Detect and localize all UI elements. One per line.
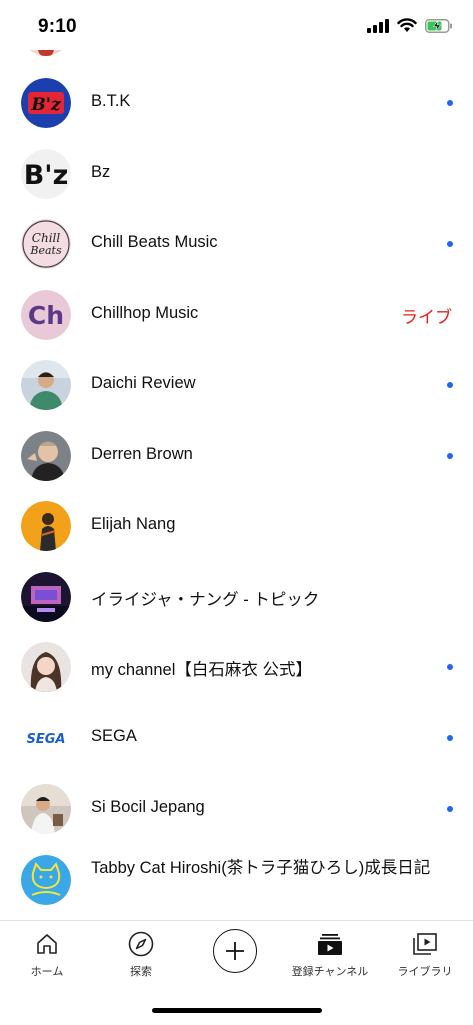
channel-name: イライジャ・ナング - トピック bbox=[91, 591, 320, 609]
channel-row[interactable]: B'z B.T.K bbox=[0, 68, 473, 138]
new-content-dot bbox=[447, 664, 453, 670]
compass-icon bbox=[128, 931, 154, 957]
channel-row[interactable]: Si Bocil Jepang bbox=[0, 774, 473, 844]
person-avatar bbox=[21, 501, 71, 551]
channel-name: Chill Beats Music bbox=[91, 233, 218, 251]
channel-name: B.T.K bbox=[91, 92, 131, 110]
sega-logo-avatar: SEGA bbox=[21, 713, 71, 763]
channel-row[interactable]: Tabby Cat Hiroshi(茶トラ子猫ひろし)成長日記 bbox=[0, 845, 473, 920]
home-indicator[interactable] bbox=[152, 1008, 322, 1013]
channel-row[interactable]: Daichi Review bbox=[0, 350, 473, 420]
svg-text:Ch: Ch bbox=[28, 301, 64, 330]
channel-name: my channel【白石麻衣 公式】 bbox=[91, 661, 312, 679]
person-avatar bbox=[21, 360, 71, 410]
svg-text:Beats: Beats bbox=[29, 244, 62, 257]
new-content-dot bbox=[447, 100, 453, 106]
channel-list[interactable]: B'z B.T.K B'z Bz Chill Beats Chill Beats… bbox=[0, 0, 473, 920]
new-content-dot bbox=[447, 806, 453, 812]
channel-name: Elijah Nang bbox=[91, 515, 176, 533]
library-icon bbox=[413, 933, 437, 955]
cellular-signal-icon bbox=[367, 18, 389, 33]
status-time: 9:10 bbox=[38, 16, 77, 37]
new-content-dot bbox=[447, 453, 453, 459]
svg-text:SEGA: SEGA bbox=[27, 732, 66, 747]
subscriptions-icon bbox=[318, 934, 342, 955]
channel-name: Chillhop Music bbox=[91, 304, 199, 322]
channel-name: SEGA bbox=[91, 727, 137, 745]
nav-library-label: ライブラリ bbox=[397, 966, 453, 978]
svg-text:B'z: B'z bbox=[24, 160, 69, 191]
nav-home[interactable]: ホーム bbox=[0, 929, 94, 979]
topic-avatar bbox=[21, 572, 71, 622]
nav-subscriptions[interactable]: 登録チャンネル bbox=[283, 929, 377, 979]
cat-logo-avatar bbox=[21, 855, 71, 905]
new-content-dot bbox=[447, 735, 453, 741]
channel-row[interactable]: Elijah Nang bbox=[0, 491, 473, 561]
nav-explore[interactable]: 探索 bbox=[94, 929, 188, 979]
channel-name: Si Bocil Jepang bbox=[91, 798, 205, 816]
create-button[interactable] bbox=[213, 929, 257, 973]
channel-name: Tabby Cat Hiroshi(茶トラ子猫ひろし)成長日記 bbox=[91, 859, 431, 877]
channel-name: Daichi Review bbox=[91, 374, 196, 392]
nav-library[interactable]: ライブラリ bbox=[378, 929, 472, 979]
new-content-dot bbox=[447, 382, 453, 388]
nav-explore-label: 探索 bbox=[130, 966, 152, 978]
battery-charging-icon bbox=[425, 18, 452, 33]
channel-row[interactable]: Derren Brown bbox=[0, 421, 473, 491]
bottom-navigation-bar: ホーム 探索 登録チャンネル ライブラリ bbox=[0, 920, 473, 1025]
bz-logo-avatar: B'z bbox=[21, 149, 71, 199]
svg-text:B'z: B'z bbox=[30, 95, 61, 115]
status-icons bbox=[367, 18, 453, 33]
channel-row[interactable]: Ch Chillhop Music ライブ bbox=[0, 280, 473, 350]
person-avatar bbox=[21, 642, 71, 692]
home-icon bbox=[37, 934, 57, 954]
btk-logo-avatar: B'z bbox=[21, 78, 71, 128]
nav-home-label: ホーム bbox=[30, 966, 64, 978]
person-avatar bbox=[21, 784, 71, 834]
chillhop-avatar: Ch bbox=[21, 290, 71, 340]
svg-text:Chill: Chill bbox=[32, 231, 61, 245]
channel-row[interactable]: Chill Beats Chill Beats Music bbox=[0, 209, 473, 279]
live-badge: ライブ bbox=[401, 308, 452, 327]
channel-name: Derren Brown bbox=[91, 445, 193, 463]
wifi-icon bbox=[397, 18, 417, 32]
channel-row[interactable]: B'z Bz bbox=[0, 139, 473, 209]
channel-name: Bz bbox=[91, 163, 111, 181]
chill-beats-avatar: Chill Beats bbox=[21, 219, 71, 269]
channel-row[interactable]: SEGA SEGA bbox=[0, 703, 473, 773]
plus-icon bbox=[226, 942, 244, 960]
channel-row[interactable]: イライジャ・ナング - トピック bbox=[0, 562, 473, 632]
person-avatar bbox=[21, 431, 71, 481]
status-bar: 9:10 bbox=[0, 0, 473, 50]
new-content-dot bbox=[447, 241, 453, 247]
nav-subscriptions-label: 登録チャンネル bbox=[291, 966, 369, 978]
channel-row[interactable]: my channel【白石麻衣 公式】 bbox=[0, 632, 473, 702]
